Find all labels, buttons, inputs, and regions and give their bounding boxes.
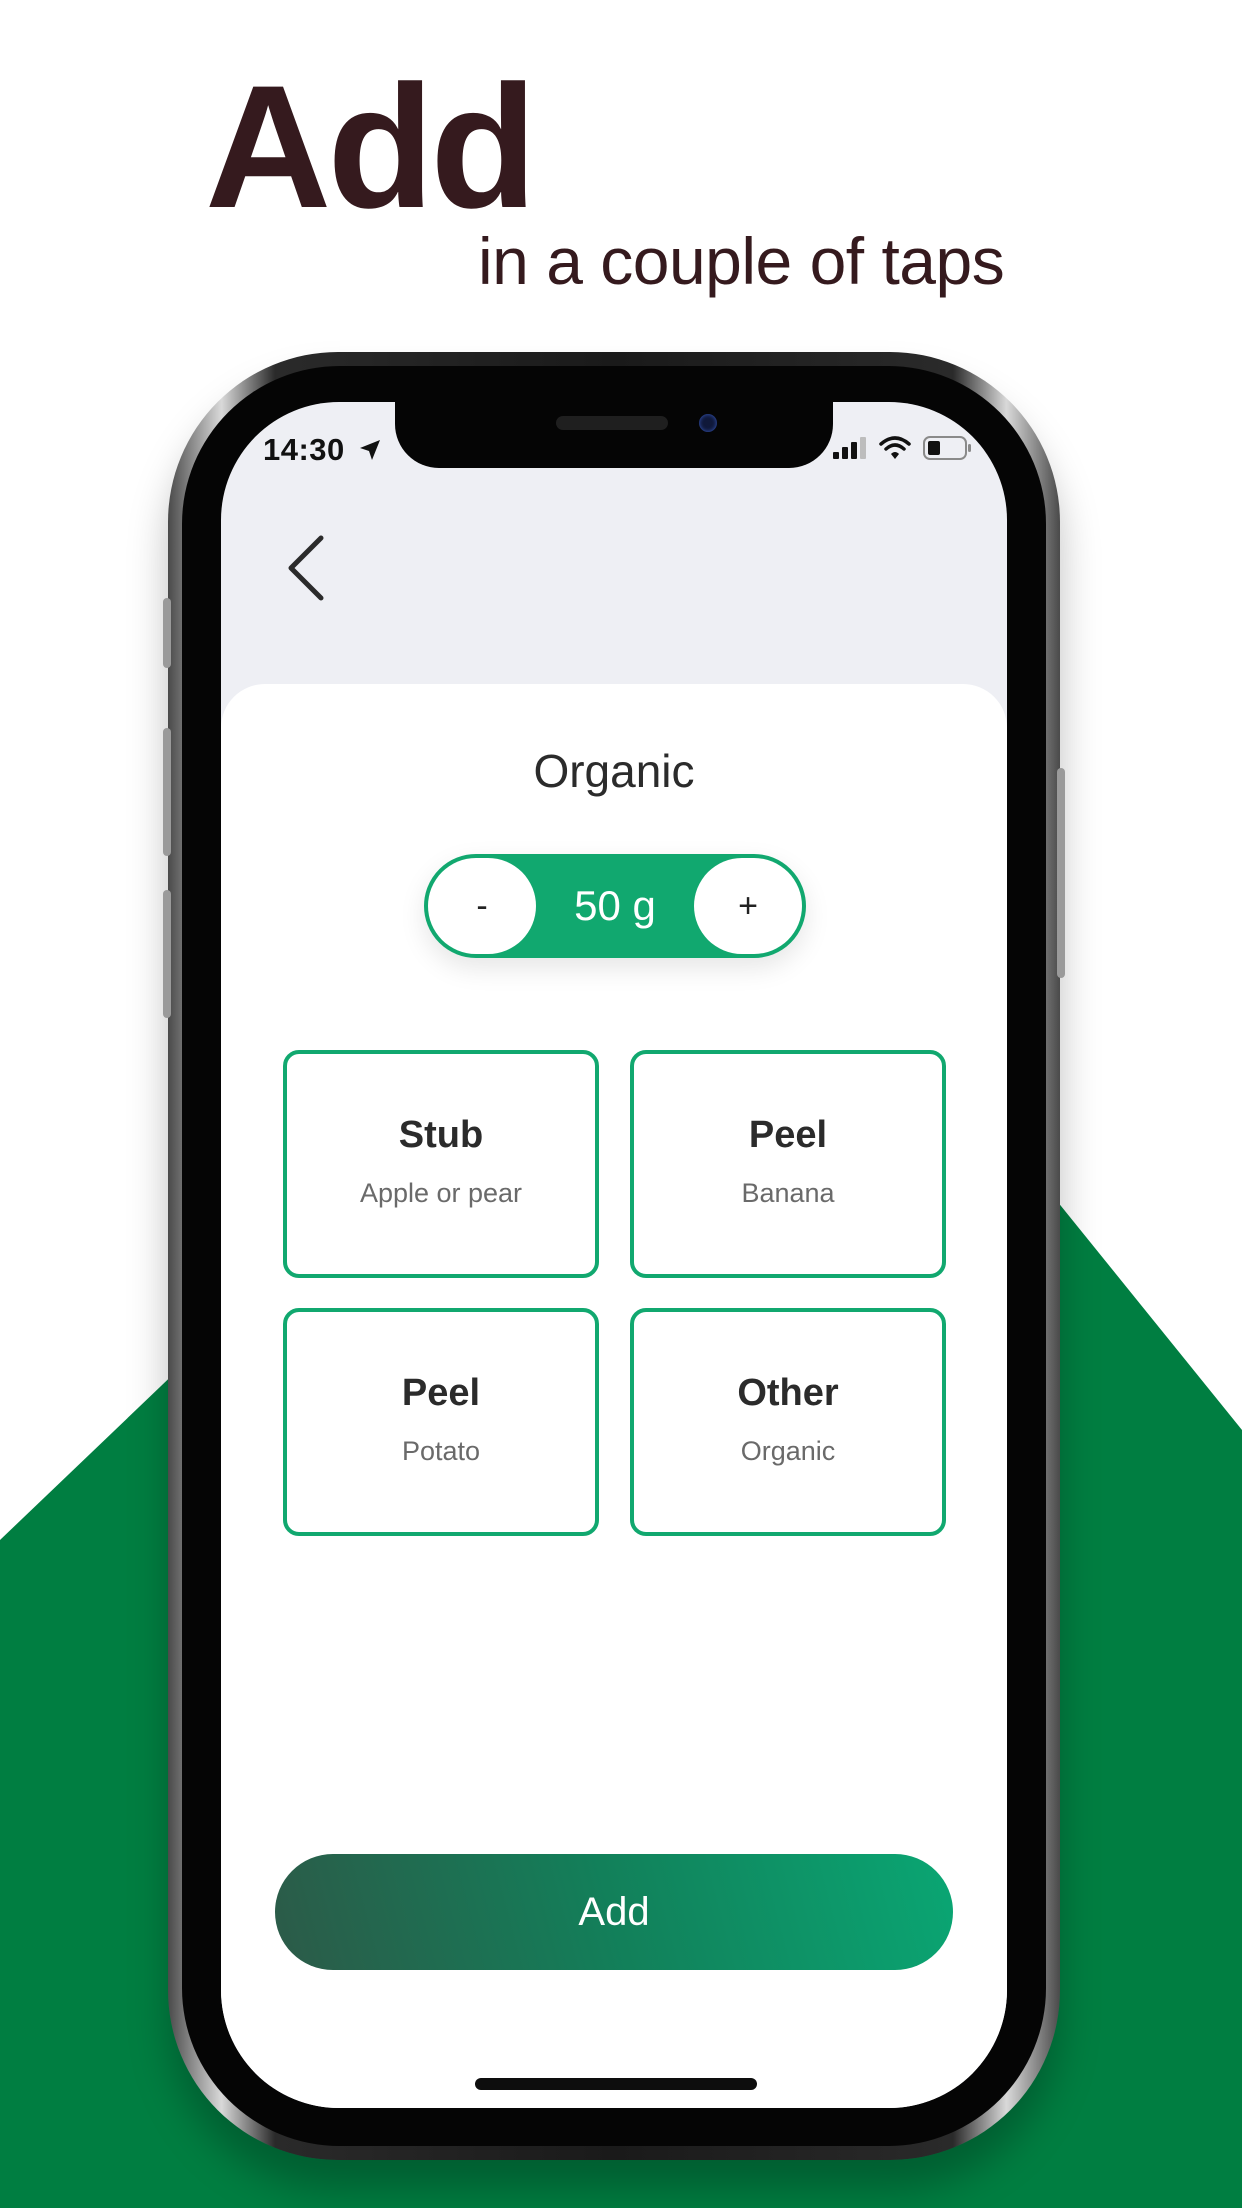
weight-value: 50 g (574, 882, 656, 929)
wifi-icon (879, 436, 911, 465)
decrease-button[interactable]: - (428, 858, 536, 954)
increase-button[interactable]: + (694, 858, 802, 954)
notch (395, 402, 833, 468)
speaker-grill (556, 416, 668, 430)
option-tile-stub[interactable]: Stub Apple or pear (283, 1050, 599, 1278)
home-indicator (475, 2078, 757, 2090)
option-subtitle: Banana (741, 1178, 835, 1208)
front-camera (699, 414, 717, 432)
phone-power-button (1057, 768, 1065, 978)
hero-subtitle: in a couple of taps (478, 224, 1005, 298)
option-title: Other (737, 1372, 839, 1414)
add-button[interactable]: Add (275, 1854, 953, 1970)
status-time-text: 14:30 (263, 432, 345, 467)
option-tile-peel-banana[interactable]: Peel Banana (630, 1050, 946, 1278)
back-button[interactable] (279, 530, 339, 610)
option-title: Peel (748, 1114, 828, 1156)
status-indicators (833, 436, 973, 465)
option-subtitle: Organic (740, 1436, 836, 1466)
option-subtitle: Potato (401, 1436, 481, 1466)
chevron-left-icon (288, 535, 324, 601)
phone-silent-switch (163, 598, 171, 668)
category-title: Organic (533, 745, 695, 797)
option-subtitle: Apple or pear (359, 1178, 523, 1208)
phone-volume-up (163, 728, 171, 856)
option-title: Stub (398, 1114, 484, 1156)
option-title: Peel (401, 1372, 481, 1414)
weight-stepper: - 50 g + (424, 854, 806, 958)
phone-volume-down (163, 890, 171, 1018)
option-tile-other[interactable]: Other Organic (630, 1308, 946, 1536)
signal-icon (833, 437, 867, 464)
battery-icon (923, 436, 973, 465)
location-arrow-icon (358, 434, 382, 470)
status-time: 14:30 (263, 432, 382, 470)
option-tile-peel-potato[interactable]: Peel Potato (283, 1308, 599, 1536)
hero-title: Add (205, 50, 537, 245)
